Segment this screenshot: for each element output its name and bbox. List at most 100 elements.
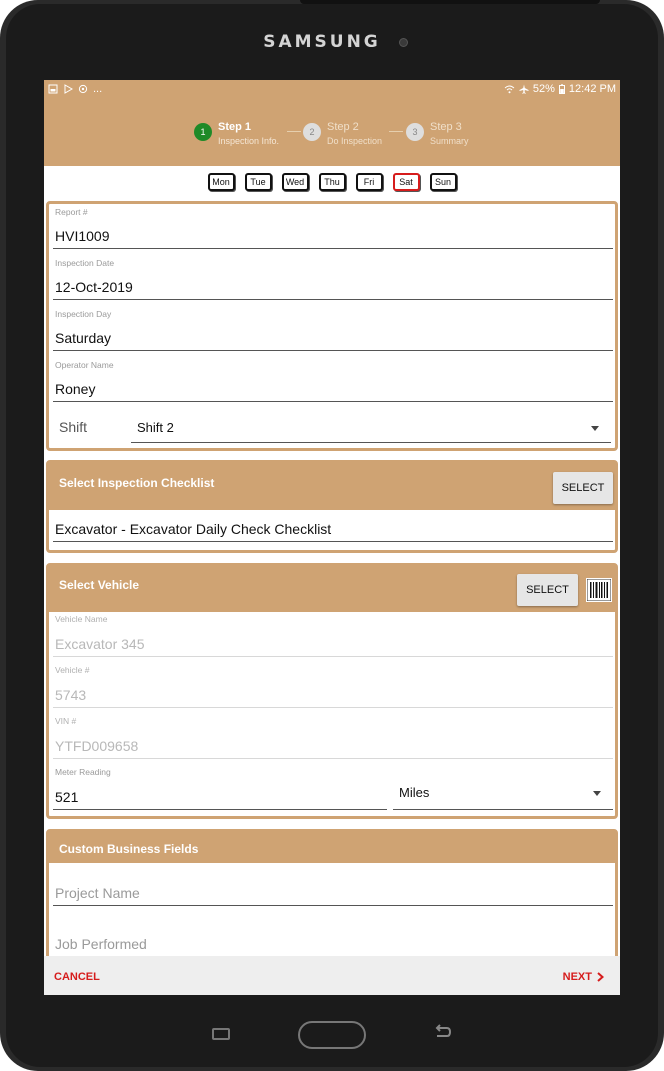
field-underline — [53, 350, 613, 351]
field-underline — [131, 442, 611, 443]
field-underline — [53, 707, 613, 708]
meter-reading-label: Meter Reading — [55, 767, 111, 777]
step-2-number: 2 — [303, 123, 321, 141]
meter-unit-value: Miles — [399, 785, 430, 800]
device-brand: SAMSUNG — [263, 32, 381, 52]
job-performed-placeholder: Job Performed — [55, 936, 147, 952]
cancel-button[interactable]: CANCEL — [54, 971, 100, 983]
step-3-number: 3 — [406, 123, 424, 141]
select-vehicle-card: Select Vehicle SELECT Vehicle Name Excav… — [46, 563, 618, 819]
barcode-svg — [587, 579, 611, 601]
step-connector — [287, 131, 301, 132]
step-1-title: Step 1 — [218, 121, 252, 133]
step-2-title: Step 2 — [327, 121, 359, 133]
shift-row: Shift Shift 2 — [53, 408, 615, 448]
checklist-header: Select Inspection Checklist SELECT — [49, 463, 615, 510]
step-3-title: Step 3 — [430, 121, 462, 133]
step-1-number: 1 — [194, 123, 212, 141]
vin-value: YTFD009658 — [55, 738, 139, 754]
shift-value: Shift 2 — [137, 420, 174, 435]
bottom-action-bar: CANCEL NEXT — [44, 956, 620, 995]
home-button[interactable] — [298, 1021, 366, 1049]
operator-name-value: Roney — [55, 381, 96, 397]
custom-business-fields-card: Custom Business Fields Project Name Job … — [46, 829, 618, 969]
airplane-icon — [519, 84, 529, 94]
inspection-day-field[interactable]: Inspection Day Saturday — [53, 306, 615, 357]
day-sat[interactable]: Sat — [392, 173, 420, 191]
day-wed[interactable]: Wed — [281, 173, 309, 191]
report-number-label: Report # — [55, 207, 88, 217]
next-button[interactable]: NEXT — [563, 971, 604, 983]
operator-name-field[interactable]: Operator Name Roney — [53, 357, 615, 408]
vehicle-name-value: Excavator 345 — [55, 636, 145, 652]
recent-apps-icon[interactable] — [212, 1028, 230, 1040]
inspection-date-label: Inspection Date — [55, 258, 115, 268]
vehicle-header-title: Select Vehicle — [59, 578, 140, 592]
next-label: NEXT — [562, 971, 592, 983]
select-vehicle-button[interactable]: SELECT — [517, 574, 578, 606]
app-screen: ... 52% 12:42 PM 1 Step 1 Inspection Inf… — [44, 80, 620, 995]
vehicle-name-field: Vehicle Name Excavator 345 — [53, 612, 615, 663]
checklist-value-field[interactable]: Excavator - Excavator Daily Check Checkl… — [53, 510, 615, 550]
barcode-icon[interactable] — [586, 578, 612, 602]
play-icon — [64, 84, 73, 94]
custom-fields-header: Custom Business Fields — [49, 832, 615, 863]
back-icon[interactable] — [432, 1024, 452, 1045]
operator-name-label: Operator Name — [55, 360, 114, 370]
chevron-right-icon — [597, 972, 604, 982]
shift-dropdown[interactable]: Shift 2 — [131, 412, 613, 444]
inspection-date-field[interactable]: Inspection Date 12-Oct-2019 — [53, 255, 615, 306]
report-number-value: HVI1009 — [55, 228, 110, 244]
day-sun[interactable]: Sun — [429, 173, 457, 191]
field-underline — [53, 299, 613, 300]
step-1[interactable]: 1 Step 1 Inspection Info. — [194, 120, 279, 148]
field-underline — [53, 758, 613, 759]
battery-percent: 52% — [532, 83, 555, 95]
vehicle-number-field: Vehicle # 5743 — [53, 663, 615, 714]
field-underline — [53, 401, 613, 402]
step-2[interactable]: 2 Step 2 Do Inspection — [303, 120, 382, 148]
tablet-top-edge — [300, 0, 600, 4]
day-tue[interactable]: Tue — [244, 173, 272, 191]
vehicle-name-label: Vehicle Name — [55, 614, 108, 624]
checklist-value: Excavator - Excavator Daily Check Checkl… — [55, 521, 332, 537]
day-selector: Mon Tue Wed Thu Fri Sat Sun — [44, 166, 620, 202]
wifi-icon — [504, 85, 515, 94]
field-underline — [53, 541, 613, 542]
status-bar: ... 52% 12:42 PM — [44, 80, 620, 100]
meter-reading-field[interactable]: Meter Reading 521 — [53, 765, 387, 819]
day-fri[interactable]: Fri — [355, 173, 383, 191]
inspection-checklist-card: Select Inspection Checklist SELECT Excav… — [46, 460, 618, 553]
step-2-subtitle: Do Inspection — [327, 136, 383, 146]
sync-icon — [78, 84, 88, 94]
status-left-icons: ... — [48, 83, 102, 95]
field-underline — [53, 809, 387, 810]
inspection-day-value: Saturday — [55, 330, 112, 346]
shift-label: Shift — [59, 419, 88, 435]
vin-label: VIN # — [55, 716, 77, 726]
day-mon[interactable]: Mon — [207, 173, 235, 191]
project-name-field[interactable]: Project Name — [53, 863, 615, 914]
checklist-header-title: Select Inspection Checklist — [59, 476, 215, 490]
project-name-placeholder: Project Name — [55, 885, 140, 901]
step-3[interactable]: 3 Step 3 Summary — [406, 120, 469, 148]
select-checklist-button[interactable]: SELECT — [553, 472, 613, 504]
field-underline — [53, 248, 613, 249]
front-camera-icon — [399, 38, 408, 47]
battery-icon — [558, 84, 565, 94]
meter-unit-dropdown[interactable]: Miles — [393, 765, 615, 819]
vehicle-number-value: 5743 — [55, 687, 87, 703]
gallery-icon — [48, 84, 58, 94]
wizard-stepper: 1 Step 1 Inspection Info. 2 Step 2 Do In… — [44, 100, 620, 166]
day-thu[interactable]: Thu — [318, 173, 346, 191]
step-connector — [389, 131, 403, 132]
inspection-info-card: Report # HVI1009 Inspection Date 12-Oct-… — [46, 201, 618, 451]
report-number-field[interactable]: Report # HVI1009 — [53, 204, 615, 255]
status-right-icons: 52% 12:42 PM — [504, 83, 616, 95]
chevron-down-icon — [593, 791, 601, 796]
status-more: ... — [93, 83, 103, 95]
step-1-subtitle: Inspection Info. — [218, 136, 280, 146]
field-underline — [53, 905, 613, 906]
field-underline — [393, 809, 613, 810]
vehicle-header: Select Vehicle SELECT — [49, 566, 615, 612]
